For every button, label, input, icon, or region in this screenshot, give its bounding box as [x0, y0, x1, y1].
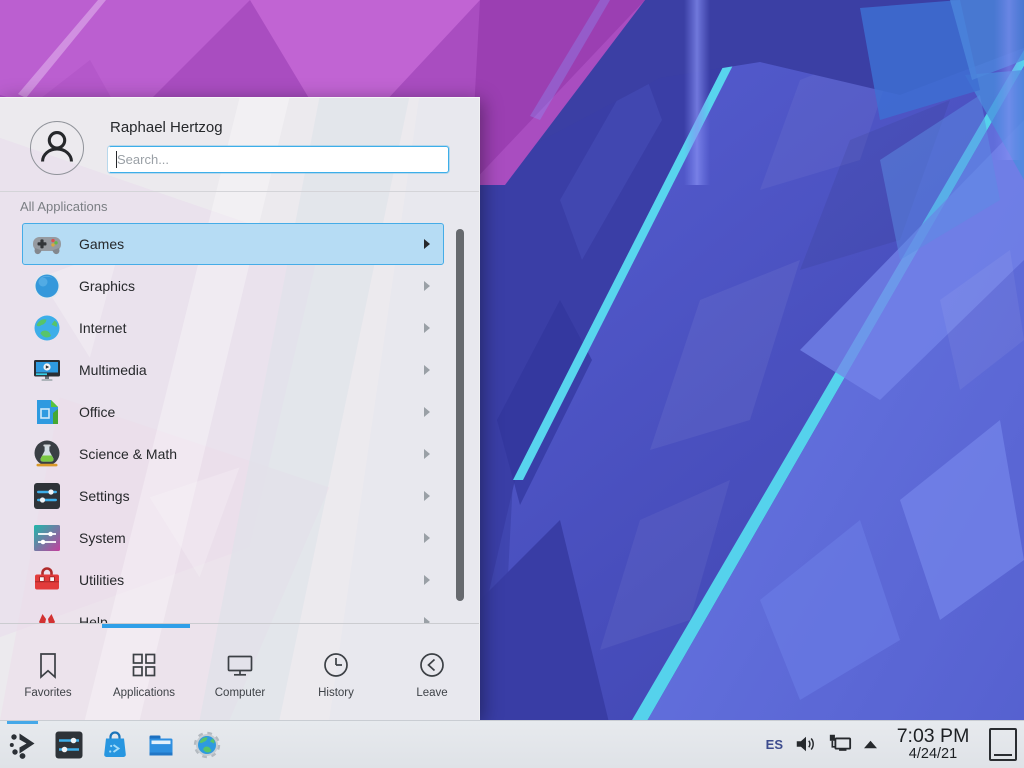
text-cursor: [116, 151, 117, 168]
tab-label: Computer: [215, 687, 266, 699]
bookmark-icon: [33, 650, 63, 680]
chevron-right-icon: [424, 407, 430, 417]
system-settings-launcher[interactable]: [46, 721, 92, 768]
tab-applications[interactable]: Applications: [96, 628, 192, 721]
history-clock-icon: [321, 650, 351, 680]
web-browser-launcher[interactable]: [184, 721, 230, 768]
graphics-sphere-icon: [31, 270, 63, 302]
category-help[interactable]: Help: [22, 601, 444, 623]
clock-time: 7:03 PM: [897, 726, 970, 747]
tab-favorites[interactable]: Favorites: [0, 628, 96, 721]
tab-label: Leave: [416, 687, 447, 699]
category-label: System: [79, 530, 126, 546]
application-launcher-button[interactable]: [0, 721, 46, 768]
launcher-active-indicator: [7, 721, 38, 724]
utilities-toolbox-icon: [31, 564, 63, 596]
user-avatar[interactable]: [30, 121, 84, 175]
category-utilities[interactable]: Utilities: [22, 559, 444, 601]
system-settings-icon: [53, 729, 85, 761]
tab-label: Favorites: [24, 687, 71, 699]
category-label: Settings: [79, 488, 130, 504]
wired-network-icon: [827, 732, 853, 756]
science-flask-icon: [31, 438, 63, 470]
taskbar-panel: ES: [0, 720, 1024, 768]
category-label: Graphics: [79, 278, 135, 294]
section-label: All Applications: [20, 199, 107, 214]
tray-expand-arrow-icon: [862, 738, 879, 751]
category-list: Games Graphics: [0, 223, 452, 623]
application-launcher-menu: Raphael Hertzog All Applications: [0, 97, 480, 720]
dolphin-folder-icon: [145, 729, 177, 761]
system-sliders-icon: [31, 522, 63, 554]
office-document-icon: [31, 396, 63, 428]
discover-launcher[interactable]: [92, 721, 138, 768]
user-avatar-icon: [31, 121, 83, 175]
chevron-right-icon: [424, 281, 430, 291]
category-label: Internet: [79, 320, 126, 336]
user-name: Raphael Hertzog: [110, 119, 223, 136]
file-manager-launcher[interactable]: [138, 721, 184, 768]
category-science-math[interactable]: Science & Math: [22, 433, 444, 475]
tab-leave[interactable]: Leave: [384, 628, 480, 721]
tray-expander-button[interactable]: [862, 738, 879, 751]
header-divider: [0, 191, 479, 192]
chevron-right-icon: [424, 491, 430, 501]
discover-store-icon: [99, 729, 131, 761]
category-system[interactable]: System: [22, 517, 444, 559]
list-scrollbar[interactable]: [456, 229, 464, 601]
category-label: Office: [79, 404, 115, 420]
category-office[interactable]: Office: [22, 391, 444, 433]
tab-label: Applications: [113, 687, 175, 699]
launcher-tab-bar: Favorites Applications Computer: [0, 628, 480, 721]
category-multimedia[interactable]: Multimedia: [22, 349, 444, 391]
category-label: Games: [79, 236, 124, 252]
desktop: Raphael Hertzog All Applications: [0, 0, 1024, 768]
kde-launcher-icon: [7, 729, 39, 761]
search-input[interactable]: [108, 146, 449, 173]
chevron-right-icon: [424, 575, 430, 585]
volume-tray-button[interactable]: [794, 732, 818, 756]
konqueror-browser-icon: [191, 729, 223, 761]
category-label: Multimedia: [79, 362, 147, 378]
app-grid-icon: [129, 650, 159, 680]
volume-icon: [794, 732, 818, 756]
category-internet[interactable]: Internet: [22, 307, 444, 349]
footer-divider: [0, 623, 479, 624]
category-graphics[interactable]: Graphics: [22, 265, 444, 307]
category-games[interactable]: Games: [22, 223, 444, 265]
tab-history[interactable]: History: [288, 628, 384, 721]
tab-computer[interactable]: Computer: [192, 628, 288, 721]
clock-date: 4/24/21: [909, 747, 957, 763]
chevron-right-icon: [424, 449, 430, 459]
leave-icon: [417, 650, 447, 680]
system-tray: ES: [764, 726, 1024, 763]
chevron-right-icon: [424, 323, 430, 333]
chevron-right-icon: [424, 365, 430, 375]
chevron-right-icon: [424, 533, 430, 543]
category-settings[interactable]: Settings: [22, 475, 444, 517]
keyboard-layout-indicator[interactable]: ES: [764, 737, 785, 752]
category-label: Utilities: [79, 572, 124, 588]
show-desktop-button[interactable]: [989, 728, 1017, 761]
tab-label: History: [318, 687, 354, 699]
category-label: Science & Math: [79, 446, 177, 462]
globe-icon: [31, 312, 63, 344]
gamepad-icon: [31, 228, 63, 260]
settings-sliders-icon: [31, 480, 63, 512]
multimedia-monitor-icon: [31, 354, 63, 386]
help-icon: [31, 606, 63, 623]
category-label: Help: [79, 614, 108, 623]
computer-icon: [225, 650, 255, 680]
chevron-right-icon: [424, 239, 430, 249]
digital-clock[interactable]: 7:03 PM 4/24/21: [894, 726, 972, 763]
network-tray-button[interactable]: [827, 732, 853, 756]
